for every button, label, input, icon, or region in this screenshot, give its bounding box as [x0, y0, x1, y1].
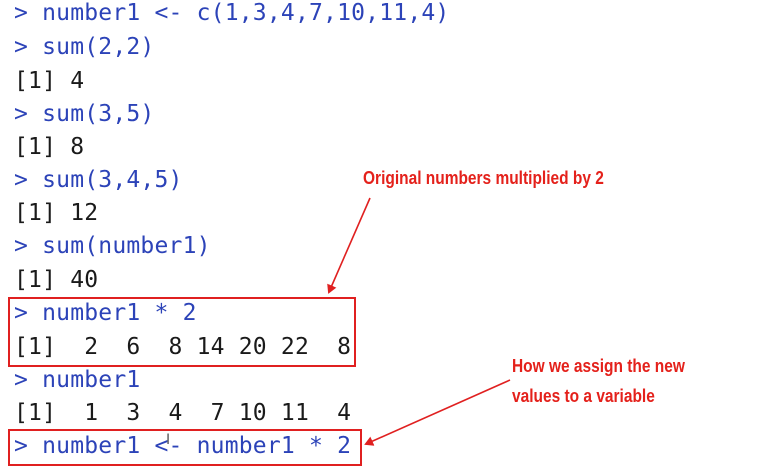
console-output-line: [1] 1 3 4 7 10 11 4 [14, 400, 352, 426]
assign-highlight-box [8, 429, 362, 466]
assign-annotation-line2: values to a variable [512, 386, 655, 406]
console-command-line: > sum(3,5) [14, 101, 155, 127]
multiply-annotation: Original numbers multiplied by 2 [363, 168, 604, 188]
console-command-line: > sum(3,4,5) [14, 167, 183, 193]
console-command-line: > number1 [14, 367, 141, 393]
multiply-highlight-box [8, 297, 356, 367]
assign-annotation-line1: How we assign the new [512, 356, 685, 376]
console-command-line: > sum(number1) [14, 233, 211, 259]
text-cursor-icon: I [166, 432, 171, 448]
console-output-line: [1] 4 [14, 68, 85, 94]
console-command-line: > number1 <- c(1,3,4,7,10,11,4) [14, 0, 450, 26]
console-output-line: [1] 12 [14, 200, 99, 226]
console-output-line: [1] 8 [14, 134, 85, 160]
console-command-line: > sum(2,2) [14, 34, 155, 60]
console-output-line: [1] 40 [14, 267, 99, 293]
